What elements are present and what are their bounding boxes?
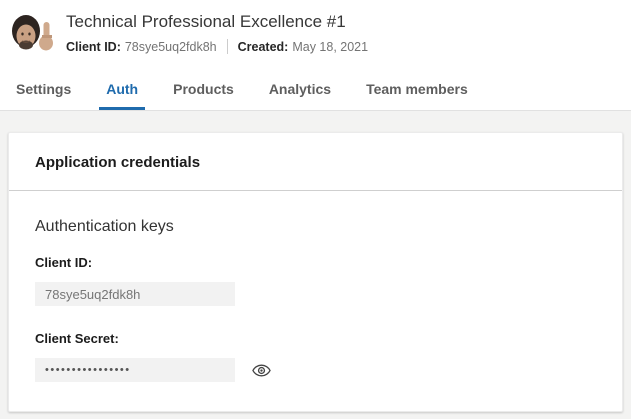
person-thumbs-up-avatar bbox=[6, 9, 58, 57]
tab-auth[interactable]: Auth bbox=[99, 57, 145, 110]
tab-team-members[interactable]: Team members bbox=[359, 57, 475, 110]
app-meta: Client ID: 78sye5uq2fdk8h Created: May 1… bbox=[66, 39, 368, 54]
meta-divider bbox=[227, 39, 228, 54]
main-content: Application credentials Authentication k… bbox=[0, 111, 631, 412]
client-id-field-group: Client ID: bbox=[35, 255, 596, 306]
created-meta-label: Created: bbox=[238, 40, 289, 54]
tab-bar: Settings Auth Products Analytics Team me… bbox=[0, 57, 631, 111]
reveal-secret-button[interactable] bbox=[250, 360, 272, 380]
client-id-input[interactable] bbox=[35, 282, 235, 306]
client-id-meta-value: 78sye5uq2fdk8h bbox=[125, 40, 217, 54]
section-heading: Authentication keys bbox=[35, 218, 596, 236]
eye-icon bbox=[251, 361, 272, 380]
application-credentials-card: Application credentials Authentication k… bbox=[8, 132, 623, 412]
client-secret-label: Client Secret: bbox=[35, 331, 596, 346]
app-header: Technical Professional Excellence #1 Cli… bbox=[0, 0, 631, 111]
avatar bbox=[6, 9, 58, 57]
client-secret-field-group: Client Secret: bbox=[35, 331, 596, 382]
tab-products[interactable]: Products bbox=[166, 57, 241, 110]
tab-analytics[interactable]: Analytics bbox=[262, 57, 338, 110]
tab-settings[interactable]: Settings bbox=[9, 57, 78, 110]
page-title: Technical Professional Excellence #1 bbox=[66, 12, 368, 32]
client-secret-input[interactable] bbox=[35, 358, 235, 382]
card-title: Application credentials bbox=[9, 133, 622, 191]
created-meta-value: May 18, 2021 bbox=[292, 40, 368, 54]
client-id-meta-label: Client ID: bbox=[66, 40, 121, 54]
client-id-label: Client ID: bbox=[35, 255, 596, 270]
